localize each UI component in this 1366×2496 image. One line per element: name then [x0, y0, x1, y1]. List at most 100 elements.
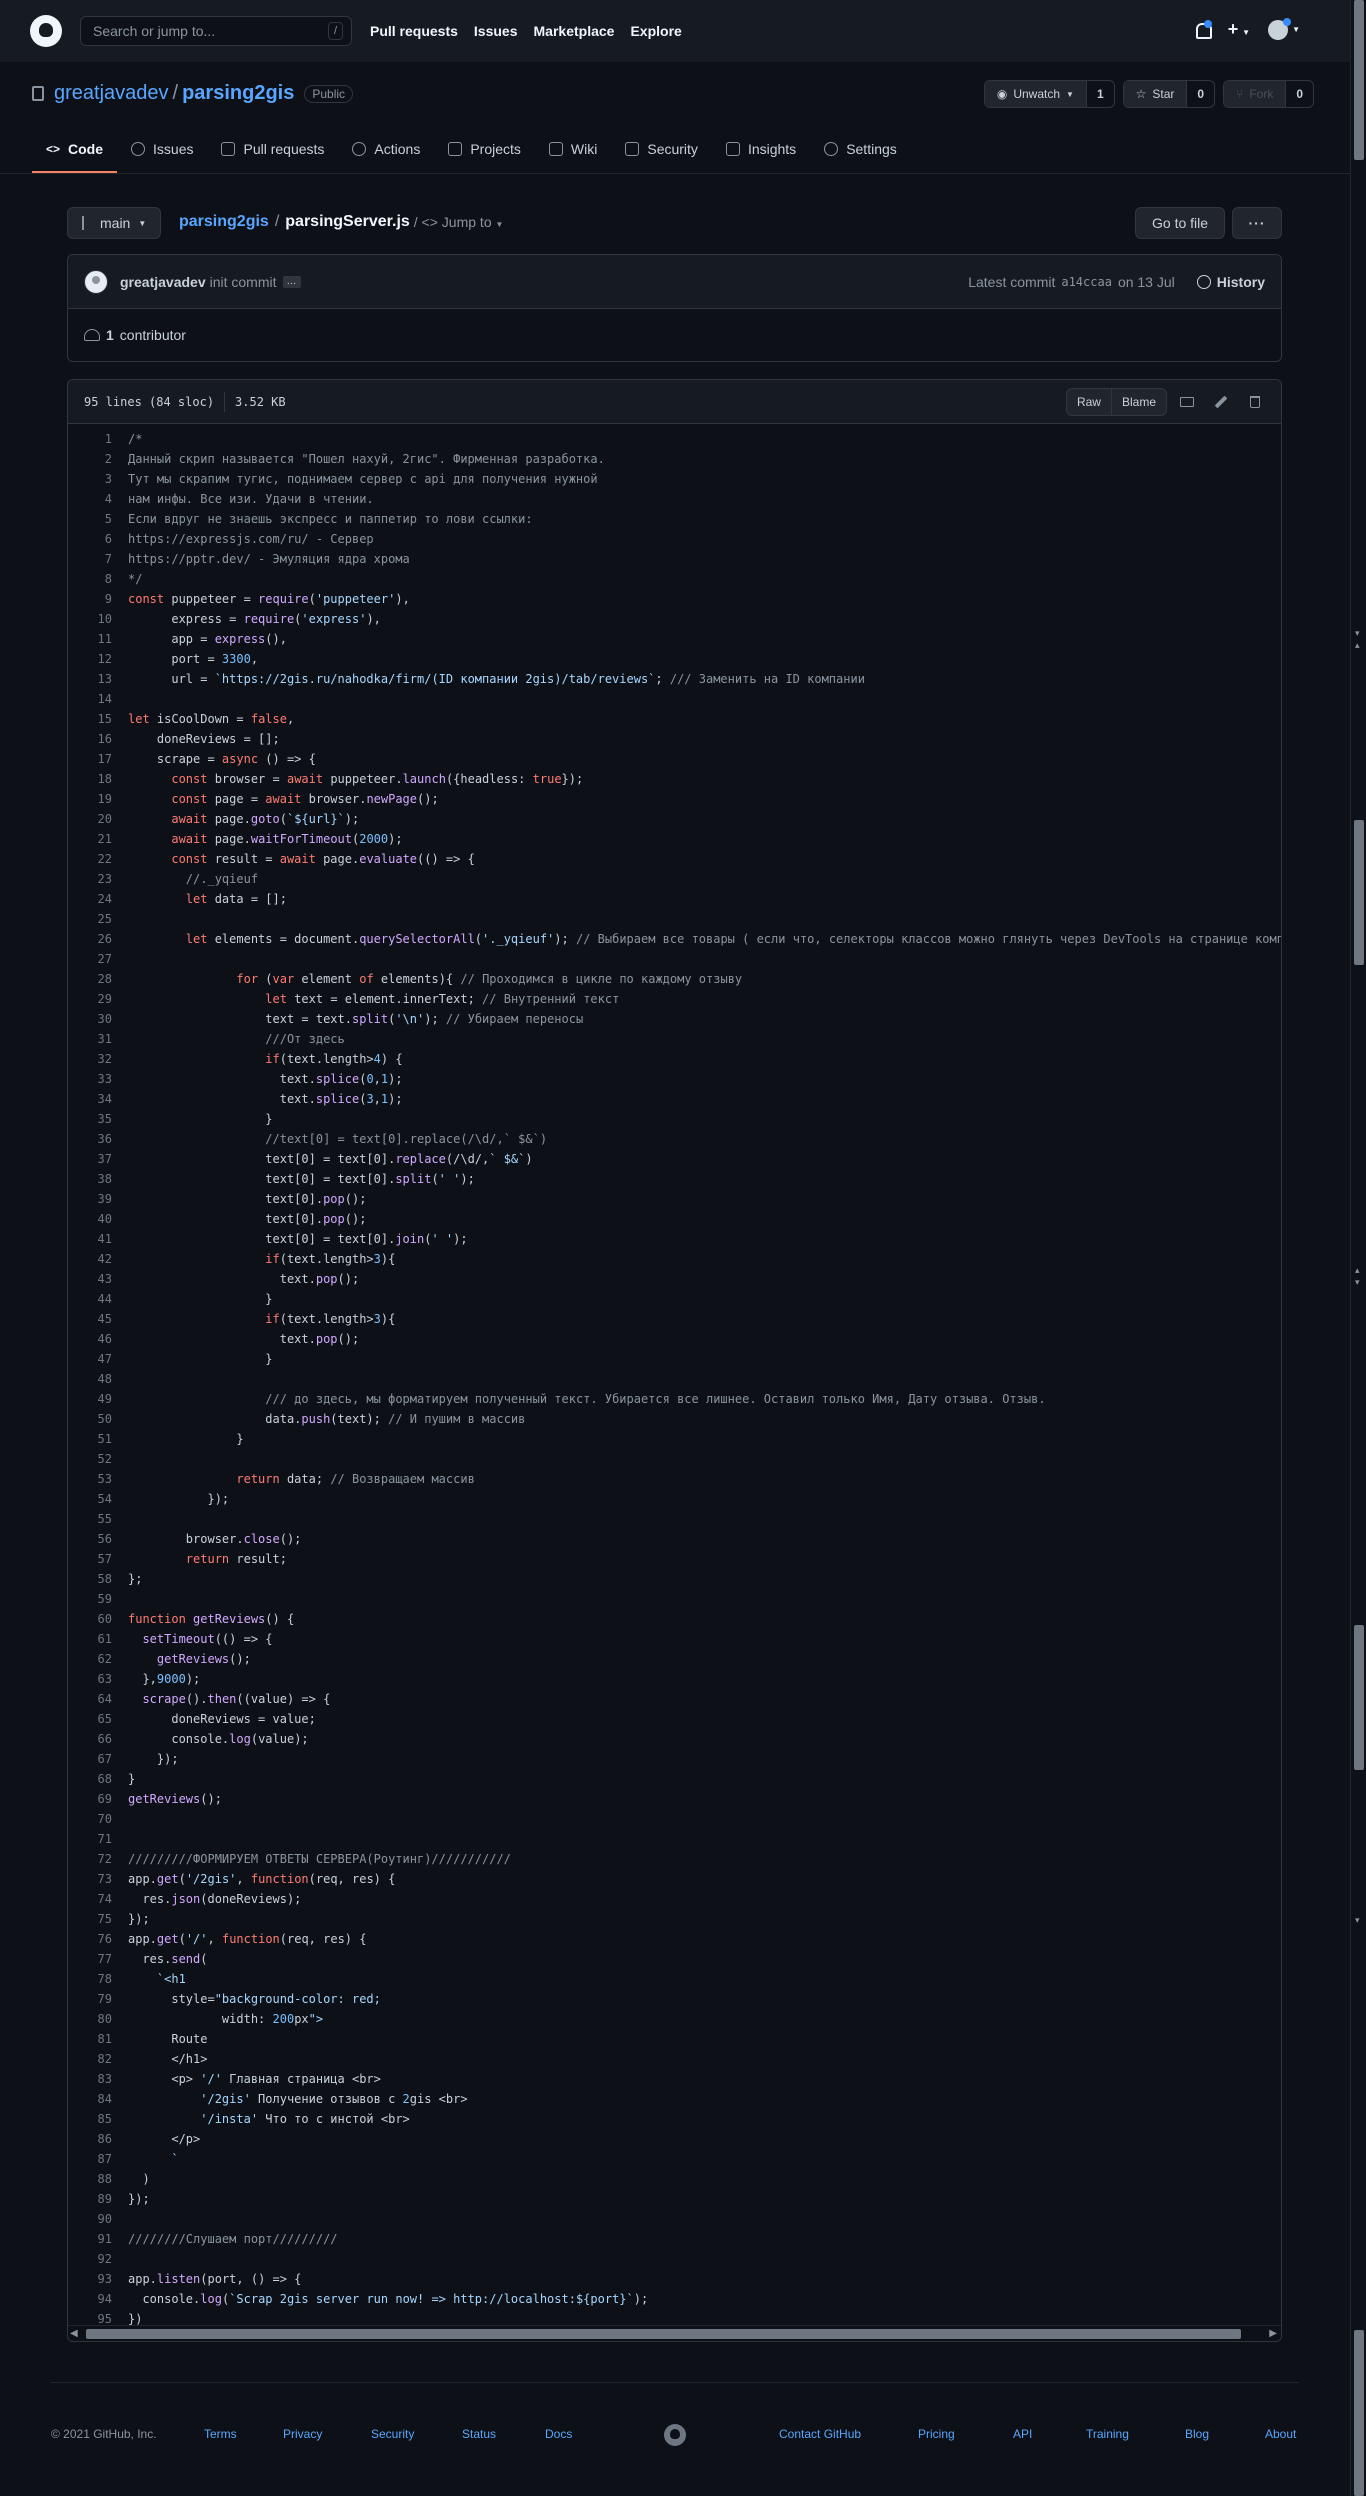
line-number[interactable]: 27 — [68, 949, 112, 969]
tab-pull-requests[interactable]: Pull requests — [207, 141, 338, 173]
raw-button[interactable]: Raw — [1067, 389, 1112, 415]
line-number[interactable]: 39 — [68, 1189, 112, 1209]
line-number[interactable]: 6 — [68, 529, 112, 549]
line-number[interactable]: 14 — [68, 689, 112, 709]
line-number[interactable]: 84 — [68, 2089, 112, 2109]
footer-link-privacy[interactable]: Privacy — [283, 2427, 322, 2441]
line-number[interactable]: 25 — [68, 909, 112, 929]
line-number[interactable]: 76 — [68, 1929, 112, 1949]
page-scrollbar[interactable]: ▾ ▴ ▴ ▾ ▾ — [1350, 0, 1366, 2496]
line-number[interactable]: 73 — [68, 1869, 112, 1889]
scroll-left-icon[interactable]: ◀ — [70, 2328, 78, 2339]
line-number[interactable]: 63 — [68, 1669, 112, 1689]
fork-count[interactable]: 0 — [1286, 81, 1313, 107]
line-number[interactable]: 52 — [68, 1449, 112, 1469]
branch-select-button[interactable]: main ▼ — [67, 207, 162, 239]
line-number[interactable]: 42 — [68, 1249, 112, 1269]
line-number[interactable]: 28 — [68, 969, 112, 989]
desktop-button[interactable] — [1173, 388, 1201, 416]
go-to-file-button[interactable]: Go to file — [1135, 207, 1226, 239]
line-number[interactable]: 77 — [68, 1949, 112, 1969]
repo-owner-link[interactable]: greatjavadev — [54, 82, 169, 105]
line-number[interactable]: 61 — [68, 1629, 112, 1649]
line-number[interactable]: 10 — [68, 609, 112, 629]
line-number[interactable]: 83 — [68, 2069, 112, 2089]
github-logo-icon[interactable] — [30, 15, 62, 47]
line-number[interactable]: 20 — [68, 809, 112, 829]
footer-link-training[interactable]: Training — [1086, 2427, 1129, 2441]
line-number[interactable]: 66 — [68, 1729, 112, 1749]
commit-author[interactable]: greatjavadev — [120, 274, 206, 290]
scroll-down-icon[interactable]: ▾ — [1355, 1915, 1360, 1926]
line-number[interactable]: 22 — [68, 849, 112, 869]
line-number[interactable]: 45 — [68, 1309, 112, 1329]
line-number[interactable]: 3 — [68, 469, 112, 489]
commit-expand-button[interactable]: … — [282, 275, 301, 288]
footer-link-terms[interactable]: Terms — [204, 2427, 237, 2441]
line-number[interactable]: 70 — [68, 1809, 112, 1829]
tab-projects[interactable]: Projects — [434, 141, 535, 173]
tab-insights[interactable]: Insights — [712, 141, 810, 173]
contributors-row[interactable]: 1 contributor — [68, 309, 1281, 361]
line-number[interactable]: 87 — [68, 2149, 112, 2169]
github-footer-logo-icon[interactable] — [664, 2424, 686, 2446]
line-number[interactable]: 48 — [68, 1369, 112, 1389]
horizontal-scrollbar[interactable]: ◀ ▶ — [68, 2325, 1281, 2341]
line-number[interactable]: 79 — [68, 1989, 112, 2009]
history-link[interactable]: History — [1196, 274, 1265, 290]
line-number[interactable]: 34 — [68, 1089, 112, 1109]
footer-link-pricing[interactable]: Pricing — [918, 2427, 955, 2441]
line-number[interactable]: 81 — [68, 2029, 112, 2049]
star-count[interactable]: 0 — [1187, 81, 1214, 107]
footer-link-security[interactable]: Security — [371, 2427, 414, 2441]
scroll-thumb[interactable] — [1354, 820, 1364, 965]
footer-link-docs[interactable]: Docs — [545, 2427, 572, 2441]
line-number[interactable]: 8 — [68, 569, 112, 589]
line-number[interactable]: 57 — [68, 1549, 112, 1569]
line-number[interactable]: 59 — [68, 1589, 112, 1609]
line-number[interactable]: 74 — [68, 1889, 112, 1909]
line-number[interactable]: 55 — [68, 1509, 112, 1529]
line-number[interactable]: 33 — [68, 1069, 112, 1089]
nav-pull-requests[interactable]: Pull requests — [370, 23, 458, 39]
line-number[interactable]: 7 — [68, 549, 112, 569]
nav-marketplace[interactable]: Marketplace — [534, 23, 615, 39]
line-number[interactable]: 64 — [68, 1689, 112, 1709]
line-number[interactable]: 43 — [68, 1269, 112, 1289]
line-number[interactable]: 38 — [68, 1169, 112, 1189]
line-number[interactable]: 26 — [68, 929, 112, 949]
more-options-button[interactable]: ··· — [1232, 207, 1282, 239]
line-number[interactable]: 91 — [68, 2229, 112, 2249]
line-number[interactable]: 51 — [68, 1429, 112, 1449]
line-number[interactable]: 47 — [68, 1349, 112, 1369]
line-number[interactable]: 94 — [68, 2289, 112, 2309]
author-avatar[interactable] — [84, 269, 108, 294]
line-number[interactable]: 30 — [68, 1009, 112, 1029]
line-number[interactable]: 16 — [68, 729, 112, 749]
scroll-up-icon[interactable]: ▴ — [1355, 640, 1360, 651]
footer-link-contact[interactable]: Contact GitHub — [779, 2427, 861, 2441]
nav-explore[interactable]: Explore — [630, 23, 681, 39]
line-number[interactable]: 19 — [68, 789, 112, 809]
line-number[interactable]: 29 — [68, 989, 112, 1009]
line-number[interactable]: 23 — [68, 869, 112, 889]
scroll-thumb[interactable] — [1354, 2330, 1364, 2496]
line-number[interactable]: 60 — [68, 1609, 112, 1629]
footer-link-status[interactable]: Status — [462, 2427, 496, 2441]
line-number[interactable]: 54 — [68, 1489, 112, 1509]
line-number[interactable]: 36 — [68, 1129, 112, 1149]
line-number[interactable]: 31 — [68, 1029, 112, 1049]
scroll-thumb[interactable] — [86, 2329, 1241, 2339]
line-number[interactable]: 1 — [68, 429, 112, 449]
line-number[interactable]: 24 — [68, 889, 112, 909]
line-number[interactable]: 40 — [68, 1209, 112, 1229]
commit-sha[interactable]: a14ccaa — [1061, 275, 1112, 289]
code-body[interactable]: 1 /* 2 Данный скрип называется "Пошел нахуй… — [68, 424, 1281, 2329]
line-number[interactable]: 72 — [68, 1849, 112, 1869]
line-number[interactable]: 62 — [68, 1649, 112, 1669]
line-number[interactable]: 75 — [68, 1909, 112, 1929]
line-number[interactable]: 4 — [68, 489, 112, 509]
line-number[interactable]: 13 — [68, 669, 112, 689]
repo-name-link[interactable]: parsing2gis — [182, 82, 294, 105]
jump-to-menu[interactable]: / <> Jump to ▼ — [414, 214, 504, 230]
